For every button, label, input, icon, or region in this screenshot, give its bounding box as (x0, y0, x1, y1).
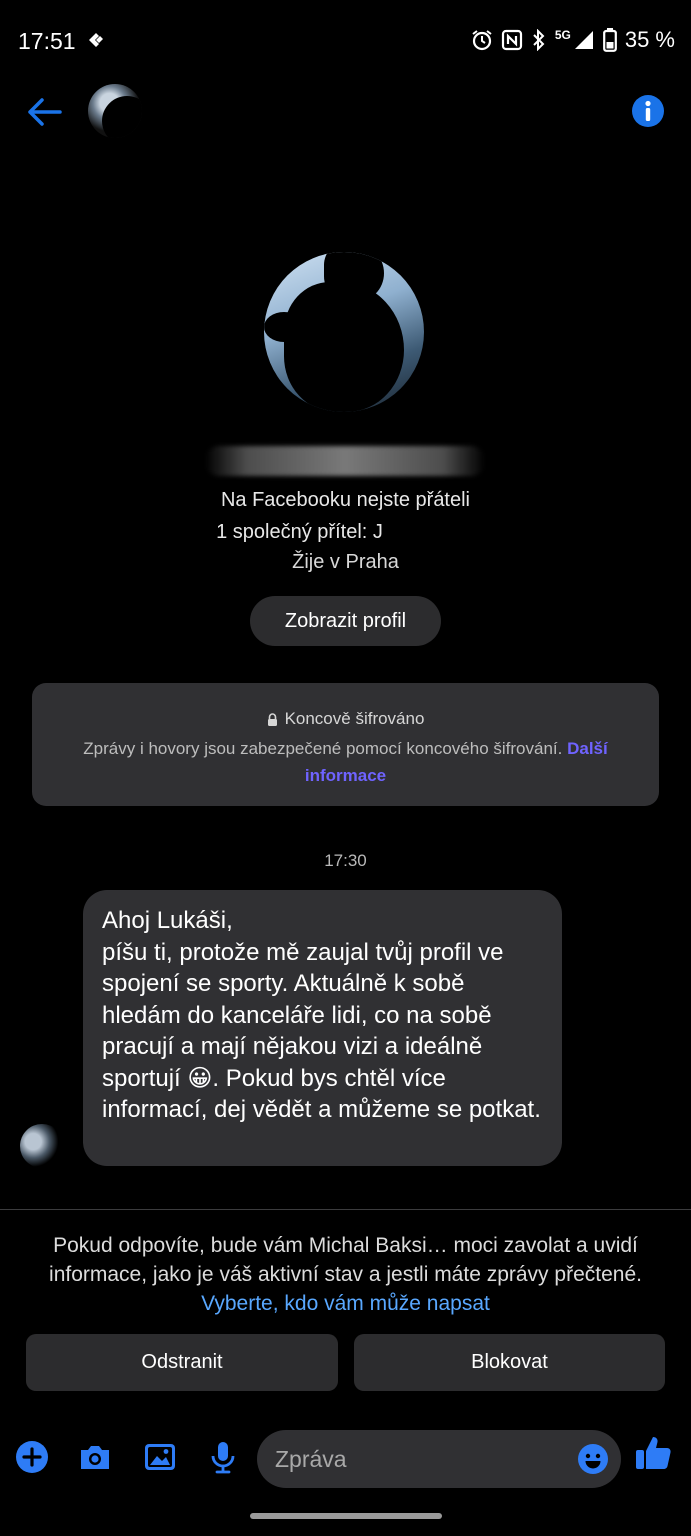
network-type: 5G (554, 28, 571, 42)
microphone-icon[interactable] (205, 1439, 241, 1475)
emoji-icon[interactable] (577, 1443, 609, 1475)
status-bar: 17:51 5G 35 % (0, 0, 691, 82)
message-request-notice: Pokud odpovíte, bude vám Michal Baksi… m… (0, 1231, 691, 1318)
bluetooth-icon (533, 29, 545, 51)
encryption-title-text: Koncově šifrováno (284, 709, 425, 728)
info-icon[interactable] (631, 94, 665, 128)
gallery-icon[interactable] (142, 1439, 178, 1475)
conversation-header (0, 82, 691, 144)
message-input[interactable] (275, 1430, 555, 1488)
mutual-friends: 1 společný přítel: J (0, 521, 691, 544)
nfc-icon (501, 29, 522, 51)
message-text: Ahoj Lukáši, píšu ti, protože mě zaujal … (102, 907, 541, 1123)
status-icons: 5G 35 % (471, 26, 675, 54)
encryption-body: Zprávy i hovory jsou zabezpečené pomocí … (32, 735, 659, 789)
friend-status: Na Facebooku nejste přáteli (220, 489, 471, 511)
battery-icon (602, 28, 617, 52)
encryption-description: Zprávy i hovory jsou zabezpečené pomocí … (83, 739, 563, 758)
incoming-message[interactable]: Ahoj Lukáši, píšu ti, protože mě zaujal … (83, 890, 562, 1166)
home-indicator[interactable] (250, 1513, 442, 1519)
profile-avatar[interactable] (264, 252, 424, 412)
camera-icon[interactable] (77, 1439, 113, 1475)
redacted-name (382, 522, 475, 543)
request-notice-text: Pokud odpovíte, bude vám Michal Baksi… m… (49, 1234, 642, 1286)
message-timestamp: 17:30 (324, 851, 367, 870)
remove-button[interactable]: Odstranit (26, 1334, 338, 1391)
lock-icon (267, 712, 277, 726)
mutual-friends-label: 1 společný přítel: J (216, 521, 383, 543)
divider (0, 1209, 691, 1210)
battery-percent: 35 % (624, 27, 675, 52)
sender-avatar[interactable] (20, 1124, 64, 1168)
encryption-title: Koncově šifrováno (32, 709, 659, 729)
location: Žije v Praha (292, 551, 399, 573)
back-icon[interactable] (24, 96, 64, 128)
view-profile-button[interactable]: Zobrazit profil (250, 596, 441, 646)
thumbs-up-icon[interactable] (634, 1434, 672, 1472)
choose-who-can-message-link[interactable]: Vyberte, kdo vám může napsat (201, 1292, 490, 1315)
contact-avatar[interactable] (88, 84, 142, 138)
plus-icon[interactable] (14, 1439, 50, 1475)
block-button[interactable]: Blokovat (354, 1334, 665, 1391)
signal-icon (574, 31, 593, 49)
notification-app-icon (89, 33, 103, 47)
alarm-icon (472, 30, 492, 51)
status-time: 17:51 (18, 28, 76, 54)
encryption-notice: Koncově šifrováno Zprávy i hovory jsou z… (32, 683, 659, 806)
message-input-container (257, 1430, 621, 1488)
message-composer (0, 1430, 691, 1492)
profile-name-redacted (205, 446, 485, 476)
